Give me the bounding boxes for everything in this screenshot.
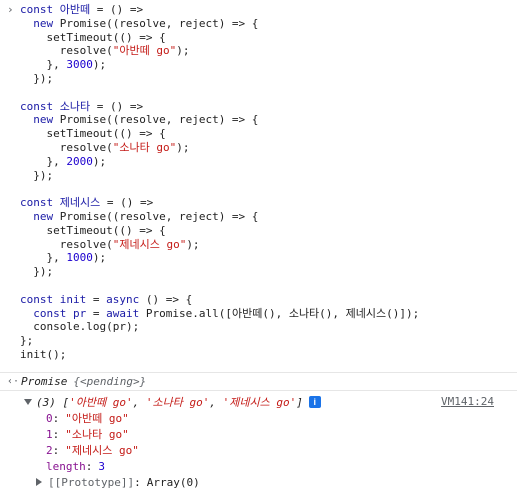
code-line: }); — [20, 71, 54, 85]
array-property: 0: "아반떼 go" — [46, 411, 129, 426]
code-line: init(); — [20, 347, 67, 361]
expand-triangle-icon[interactable] — [36, 478, 42, 486]
summary-item: '아반떼 go' — [69, 396, 133, 409]
code-line: const init = async () => { — [20, 292, 193, 306]
code-line: setTimeout(() => { — [20, 30, 166, 44]
code-line: }, 3000); — [20, 58, 107, 72]
code-line: new Promise((resolve, reject) => { — [33, 113, 259, 127]
expand-triangle-icon[interactable] — [24, 399, 32, 405]
code-line: console.log(pr); — [20, 320, 140, 334]
devtools-console: › const 아반떼 = () => new Promise((resolve… — [0, 0, 517, 494]
result-arrow-icon: ‹· — [7, 375, 20, 387]
input-prompt-chevron-icon: › — [7, 3, 14, 16]
code-line: }, 1000); — [20, 251, 107, 265]
code-line: }); — [20, 265, 54, 279]
console-log-entry: (3) ['아반떼 go', '소나타 go', '제네시스 go'] i VM… — [0, 394, 517, 494]
divider — [0, 390, 517, 391]
code-line: const 제네시스 = () => — [20, 196, 154, 210]
code-line: new Promise((resolve, reject) => { — [33, 209, 259, 223]
code-line: }, 2000); — [20, 154, 107, 168]
prototype-row[interactable]: [[Prototype]]: Array(0) — [0, 474, 517, 490]
array-property: 2: "제네시스 go" — [46, 443, 139, 458]
result-type: Promise — [21, 374, 68, 388]
array-length: length:3 — [46, 459, 105, 473]
summary-item: '제네시스 go' — [222, 396, 297, 409]
array-property: 1: "소나타 go" — [46, 427, 129, 442]
code-line: setTimeout(() => { — [20, 223, 166, 237]
summary-item: '소나타 go' — [145, 396, 210, 409]
eval-result-row: ‹· Promise {<pending>} — [0, 373, 517, 389]
code-line: }; — [20, 334, 34, 348]
code-line: resolve("제네시스 go"); — [20, 237, 200, 251]
code-line: const 소나타 = () => — [20, 99, 144, 113]
code-line: new Promise((resolve, reject) => { — [33, 16, 259, 30]
code-line: setTimeout(() => { — [20, 127, 166, 141]
source-link[interactable]: VM141:24 — [441, 395, 494, 408]
code-line: const pr = await Promise.all([아반떼(), 소나타… — [33, 306, 420, 320]
info-icon[interactable]: i — [308, 396, 321, 408]
console-input-code: › const 아반떼 = () => new Promise((resolve… — [0, 0, 517, 372]
array-summary-text: (3) ['아반떼 go', '소나타 go', '제네시스 go'] — [36, 396, 303, 409]
code-line: resolve("아반떼 go"); — [20, 44, 190, 58]
code-line: }); — [20, 168, 54, 182]
code-block: const 아반떼 = () => new Promise((resolve, … — [20, 3, 517, 362]
code-line: const 아반떼 = () => — [20, 3, 144, 16]
code-line: resolve("소나타 go"); — [20, 140, 190, 154]
result-state: {<pending>} — [73, 374, 147, 388]
array-summary[interactable]: (3) ['아반떼 go', '소나타 go', '제네시스 go'] i VM… — [0, 394, 517, 410]
